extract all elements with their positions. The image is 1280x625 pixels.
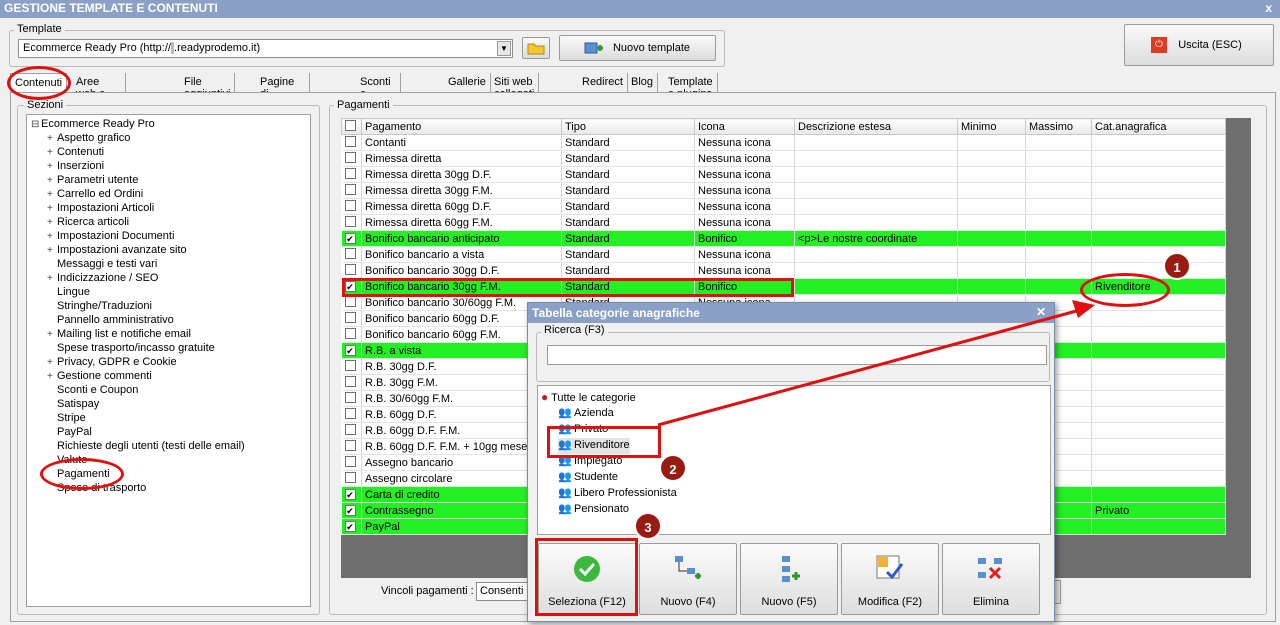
step-badge-2: 2	[659, 454, 687, 482]
step-badge-3: 3	[634, 512, 662, 540]
step-badge-1: 1	[1163, 252, 1191, 280]
